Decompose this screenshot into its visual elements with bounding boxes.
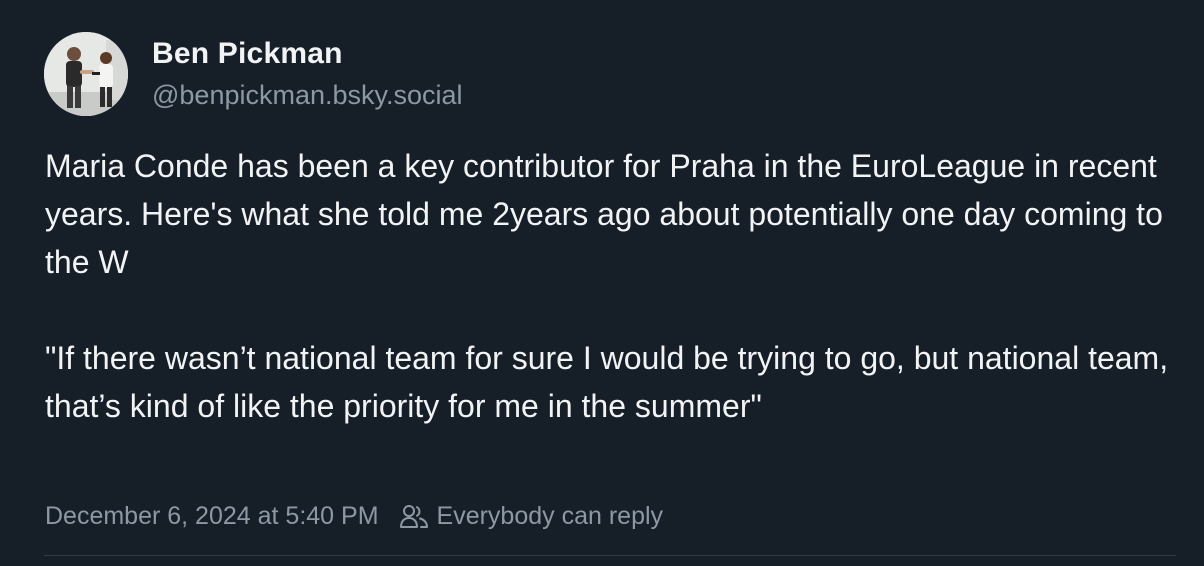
avatar[interactable] xyxy=(44,32,128,116)
people-icon xyxy=(399,503,429,529)
reply-setting-label: Everybody can reply xyxy=(436,502,664,530)
post-paragraph: "If there wasn’t national team for sure … xyxy=(45,340,1177,424)
author-handle[interactable]: @benpickman.bsky.social xyxy=(152,78,463,112)
post-timestamp[interactable]: December 6, 2024 at 5:40 PM xyxy=(45,500,379,532)
author-info: Ben Pickman @benpickman.bsky.social xyxy=(152,36,463,112)
post-card: Ben Pickman @benpickman.bsky.social Mari… xyxy=(0,0,1204,566)
author-display-name[interactable]: Ben Pickman xyxy=(152,36,463,72)
reply-setting: Everybody can reply xyxy=(399,500,664,532)
divider xyxy=(44,555,1176,556)
post-paragraph: Maria Conde has been a key contributor f… xyxy=(45,148,1172,280)
user-avatar-photo-icon xyxy=(44,32,128,116)
post-body: Maria Conde has been a key contributor f… xyxy=(45,142,1185,430)
post-meta: December 6, 2024 at 5:40 PM Everybody ca… xyxy=(45,500,663,532)
